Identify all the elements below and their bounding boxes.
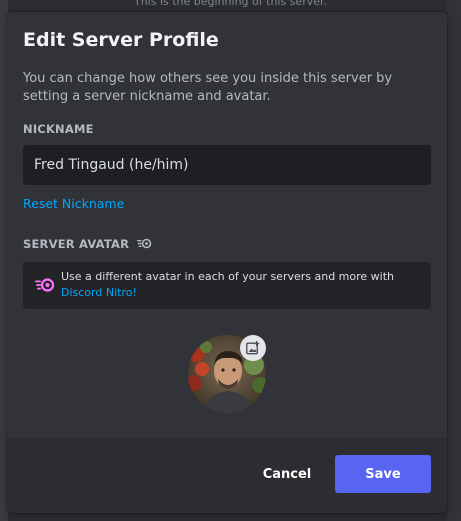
modal-description: You can change how others see you inside…: [23, 71, 393, 104]
modal-footer: Cancel Save: [7, 438, 447, 513]
cancel-button[interactable]: Cancel: [252, 455, 322, 493]
reset-nickname-link[interactable]: Reset Nickname: [23, 196, 124, 211]
nitro-upsell-box: Use a different avatar in each of your s…: [23, 262, 431, 309]
discord-nitro-link[interactable]: Discord Nitro!: [61, 286, 137, 299]
server-avatar-preview[interactable]: [188, 335, 268, 415]
background-channel-start-text: This is the beginning of this server.: [133, 0, 328, 8]
nitro-icon: [35, 277, 55, 296]
nitro-upsell-message: Use a different avatar in each of your s…: [61, 270, 395, 283]
nitro-icon: [137, 238, 152, 252]
server-avatar-label: SERVER AVATAR: [23, 237, 130, 251]
save-button[interactable]: Save: [335, 455, 431, 493]
nickname-label: NICKNAME: [23, 122, 94, 136]
edit-server-profile-modal: Edit Server Profile You can change how o…: [7, 12, 447, 513]
background-right-strip: [447, 0, 461, 521]
server-avatar-heading: SERVER AVATAR: [23, 237, 152, 252]
add-image-button[interactable]: [240, 335, 266, 361]
modal-title: Edit Server Profile: [23, 29, 219, 51]
nickname-input[interactable]: [23, 145, 431, 185]
nitro-upsell-text: Use a different avatar in each of your s…: [61, 269, 421, 301]
